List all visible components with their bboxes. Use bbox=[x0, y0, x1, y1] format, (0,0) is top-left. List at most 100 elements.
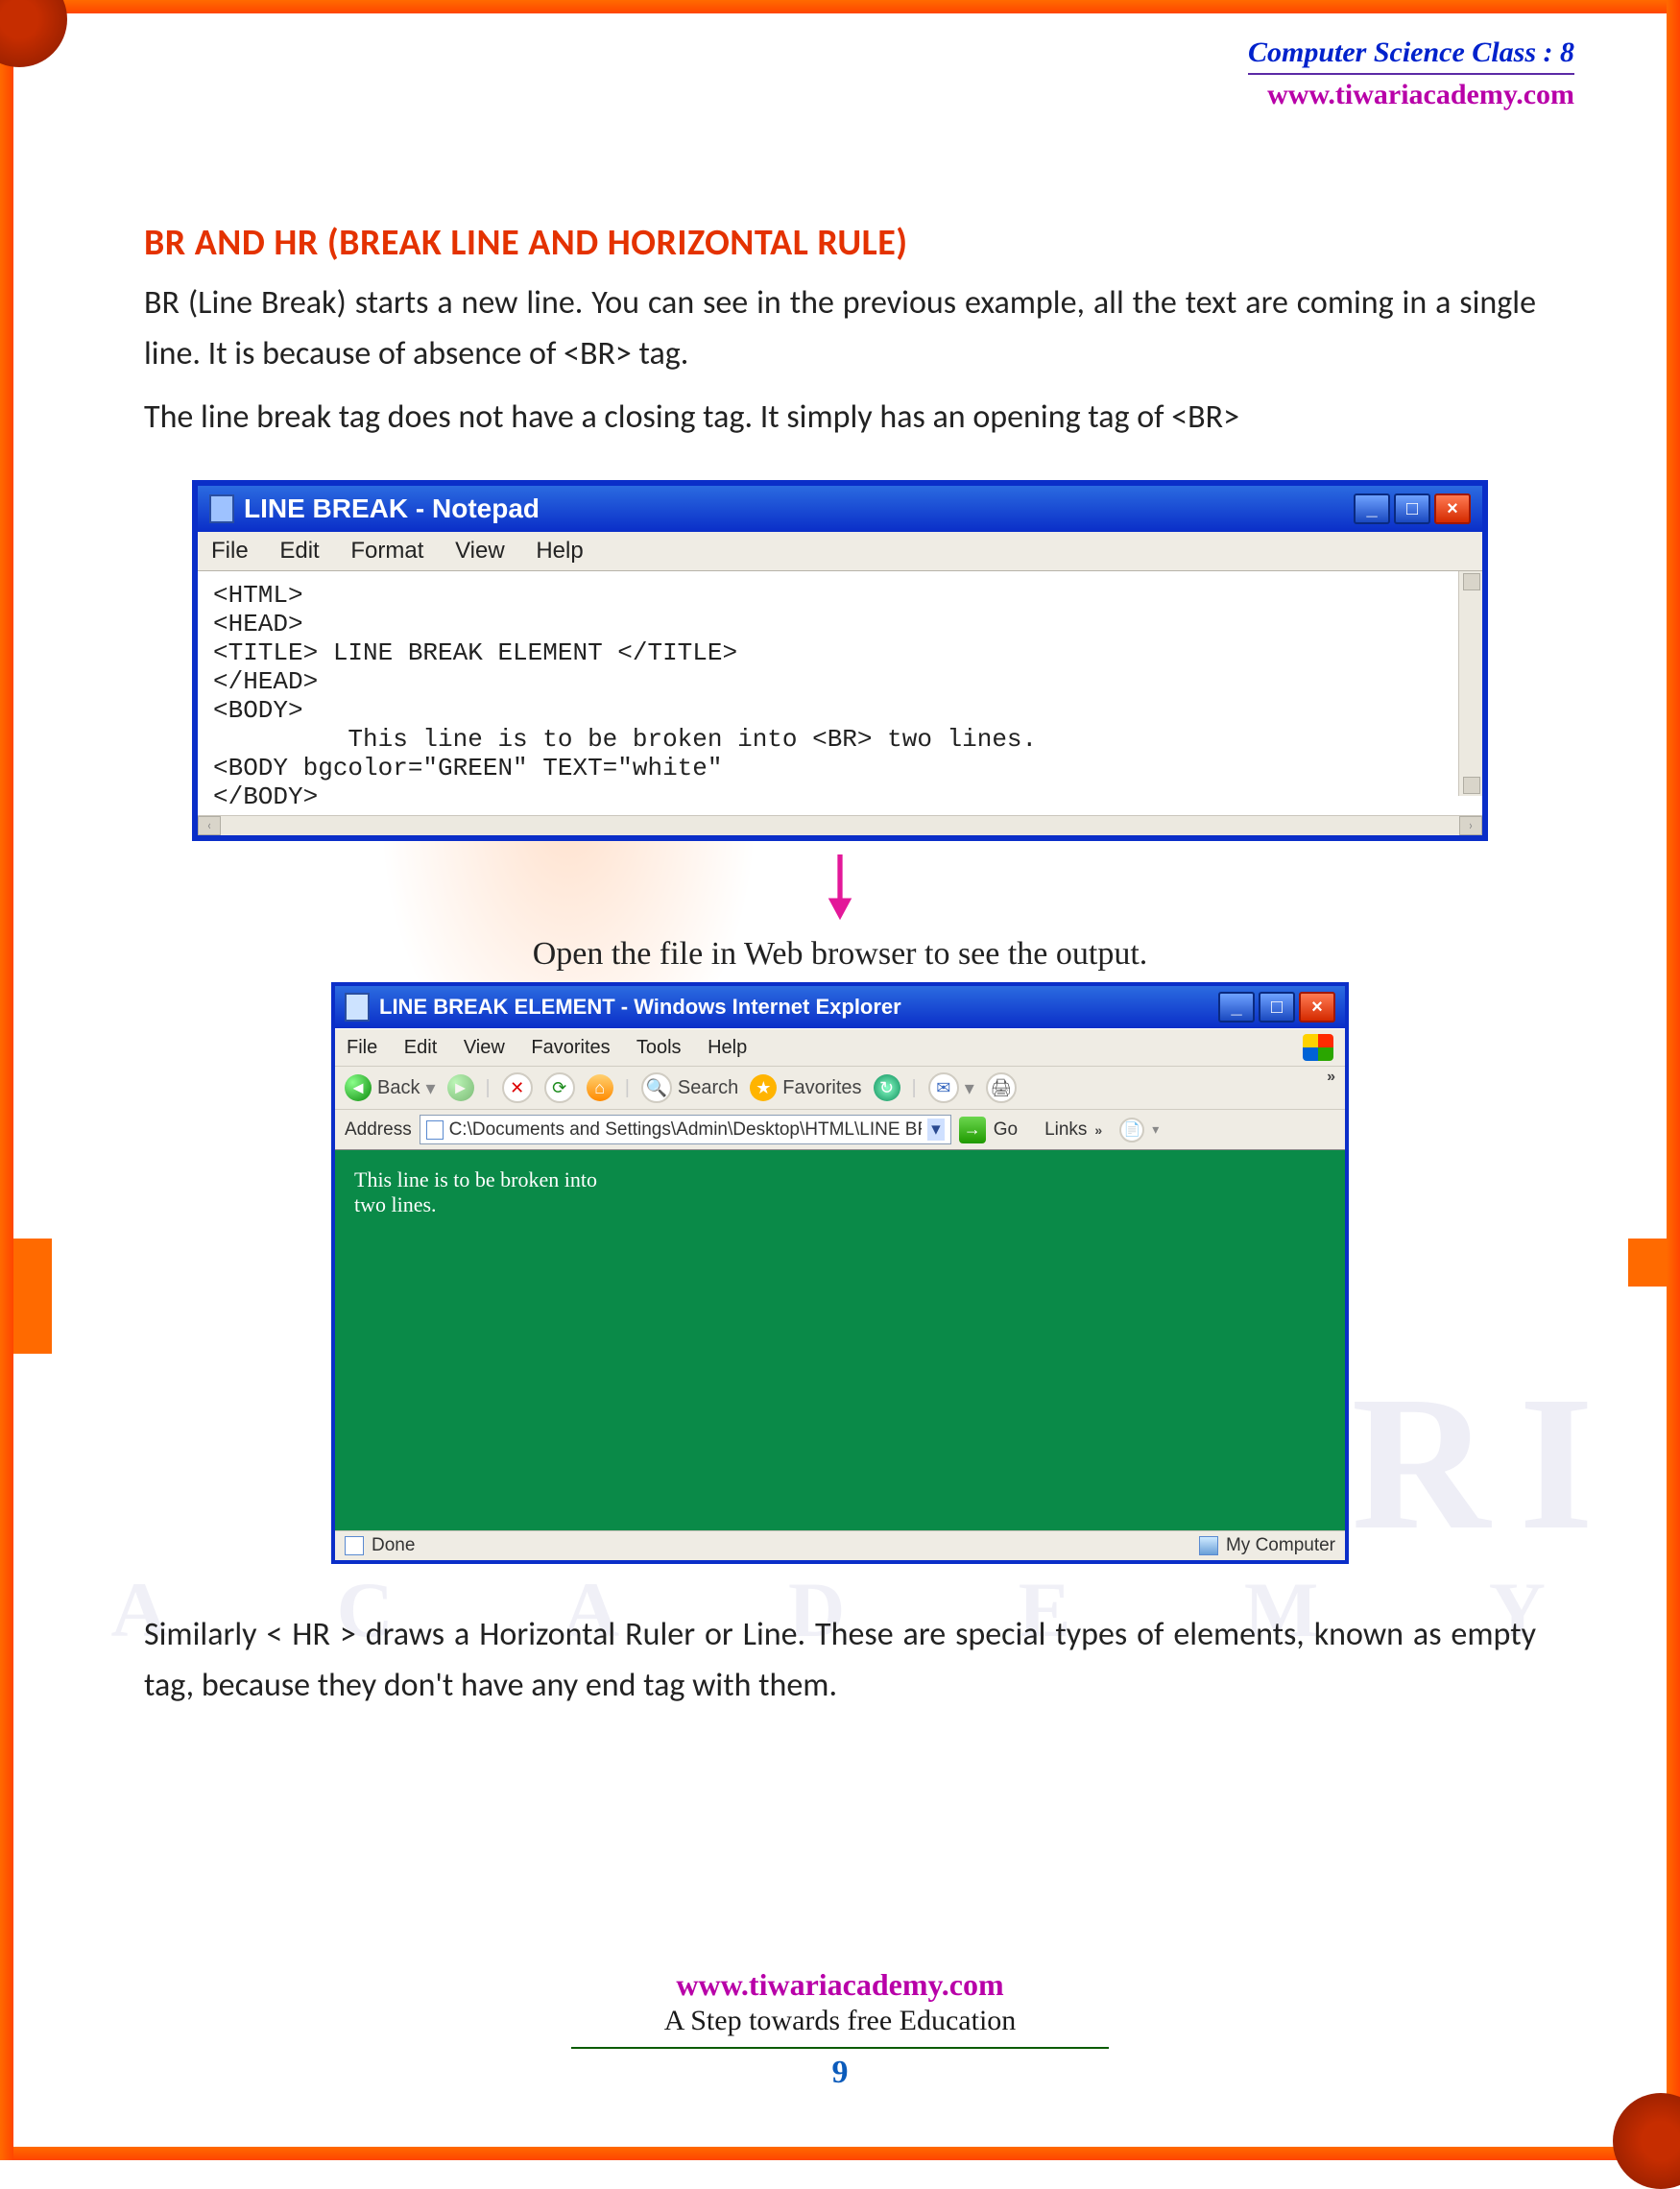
toolbar-overflow-icon[interactable]: » bbox=[1327, 1069, 1335, 1086]
pdf-icon[interactable]: 📄 bbox=[1119, 1118, 1144, 1143]
side-accent-left bbox=[13, 1239, 52, 1354]
caption-text: Open the file in Web browser to see the … bbox=[144, 936, 1536, 973]
scrollbar-vertical[interactable] bbox=[1458, 571, 1482, 796]
ie-menubar: File Edit View Favorites Tools Help bbox=[335, 1028, 1345, 1066]
home-button[interactable]: ⌂ bbox=[587, 1074, 613, 1101]
notepad-screenshot: LINE BREAK - Notepad _ □ × File Edit For… bbox=[192, 480, 1488, 841]
code-line-3: </HEAD> bbox=[213, 667, 318, 696]
mail-button[interactable]: ✉▾ bbox=[928, 1072, 974, 1103]
go-label: Go bbox=[994, 1119, 1018, 1141]
favorites-button[interactable]: ★Favorites bbox=[750, 1074, 861, 1101]
maximize-button[interactable]: □ bbox=[1394, 493, 1430, 524]
back-button[interactable]: ◄Back▾ bbox=[345, 1074, 436, 1101]
windows-logo-icon bbox=[1303, 1034, 1333, 1061]
ie-viewport: This line is to be broken into two lines… bbox=[335, 1149, 1345, 1530]
ie-menu-tools[interactable]: Tools bbox=[636, 1037, 682, 1058]
page-footer: www.tiwariacademy.com A Step towards fre… bbox=[0, 1967, 1680, 2091]
ie-minimize-button[interactable]: _ bbox=[1218, 992, 1255, 1022]
ie-close-button[interactable]: × bbox=[1299, 992, 1335, 1022]
address-value: C:\Documents and Settings\Admin\Desktop\… bbox=[449, 1119, 923, 1141]
section-heading: BR AND HR (BREAK LINE AND HORIZONTAL RUL… bbox=[144, 221, 1536, 265]
page-border-bottom bbox=[0, 2147, 1680, 2160]
notepad-menubar: File Edit Format View Help bbox=[198, 532, 1482, 570]
code-line-0: <HTML> bbox=[213, 581, 303, 610]
page-header: Computer Science Class : 8 www.tiwariaca… bbox=[1248, 36, 1574, 111]
document-page: IWARI A C A D E M Y Computer Science Cla… bbox=[0, 0, 1680, 2160]
notepad-title-text: LINE BREAK - Notepad bbox=[244, 493, 540, 524]
zone-text: My Computer bbox=[1226, 1535, 1335, 1556]
status-page-icon bbox=[345, 1536, 364, 1555]
ie-window: LINE BREAK ELEMENT - Windows Internet Ex… bbox=[331, 982, 1349, 1564]
code-line-2: <TITLE> LINE BREAK ELEMENT </TITLE> bbox=[213, 638, 737, 667]
search-button[interactable]: 🔍Search bbox=[641, 1072, 738, 1103]
page-icon bbox=[426, 1120, 444, 1140]
menu-format[interactable]: Format bbox=[350, 538, 423, 564]
zone-icon bbox=[1199, 1536, 1218, 1555]
menu-edit[interactable]: Edit bbox=[279, 538, 319, 564]
menu-help[interactable]: Help bbox=[536, 538, 583, 564]
page-number: 9 bbox=[0, 2055, 1680, 2091]
footer-divider bbox=[571, 2047, 1109, 2049]
ie-statusbar: Done My Computer bbox=[335, 1530, 1345, 1560]
page-border-right bbox=[1667, 0, 1680, 2160]
code-line-4: <BODY> bbox=[213, 696, 303, 725]
code-line-1: <HEAD> bbox=[213, 610, 303, 638]
code-line-7: </BODY> bbox=[213, 782, 318, 811]
address-label: Address bbox=[345, 1119, 412, 1141]
address-input[interactable]: C:\Documents and Settings\Admin\Desktop\… bbox=[420, 1115, 951, 1144]
minimize-button[interactable]: _ bbox=[1354, 493, 1390, 524]
ie-menu-help[interactable]: Help bbox=[708, 1037, 747, 1058]
window-controls: _ □ × bbox=[1354, 493, 1471, 524]
page-border-top bbox=[0, 0, 1680, 13]
search-label: Search bbox=[678, 1077, 738, 1099]
ie-app-icon bbox=[345, 993, 370, 1022]
ie-window-controls: _ □ × bbox=[1218, 992, 1335, 1022]
notepad-textarea[interactable]: <HTML> <HEAD> <TITLE> LINE BREAK ELEMENT… bbox=[198, 570, 1482, 815]
page-border-left bbox=[0, 0, 13, 2160]
notepad-icon bbox=[209, 494, 234, 523]
stop-button[interactable]: ✕ bbox=[502, 1072, 533, 1103]
closing-paragraph: Similarly < HR > draws a Horizontal Rule… bbox=[144, 1610, 1536, 1711]
address-dropdown-icon[interactable]: ▾ bbox=[927, 1119, 945, 1141]
notepad-window: LINE BREAK - Notepad _ □ × File Edit For… bbox=[192, 480, 1488, 841]
ie-title-text: LINE BREAK ELEMENT - Windows Internet Ex… bbox=[379, 995, 901, 1020]
output-line-1: This line is to be broken into bbox=[354, 1167, 1326, 1192]
ie-screenshot: LINE BREAK ELEMENT - Windows Internet Ex… bbox=[331, 982, 1349, 1564]
header-class-line: Computer Science Class : 8 bbox=[1248, 36, 1574, 69]
ie-maximize-button[interactable]: □ bbox=[1259, 992, 1295, 1022]
output-line-2: two lines. bbox=[354, 1192, 1326, 1217]
go-button[interactable]: → bbox=[959, 1117, 986, 1143]
back-label: Back bbox=[377, 1077, 420, 1099]
links-label[interactable]: Links bbox=[1044, 1119, 1087, 1141]
corner-ornament-tl bbox=[0, 0, 67, 67]
links-overflow-icon[interactable]: » bbox=[1094, 1122, 1102, 1138]
arrow-down-icon bbox=[144, 854, 1536, 926]
scrollbar-horizontal[interactable]: ‹› bbox=[198, 815, 1482, 835]
ie-menu-file[interactable]: File bbox=[347, 1037, 377, 1058]
code-line-5: This line is to be broken into <BR> two … bbox=[213, 725, 1037, 754]
menu-view[interactable]: View bbox=[455, 538, 505, 564]
favorites-label: Favorites bbox=[782, 1077, 861, 1099]
footer-url: www.tiwariacademy.com bbox=[0, 1967, 1680, 2003]
paragraph-2: The line break tag does not have a closi… bbox=[144, 393, 1536, 444]
code-line-6: <BODY bgcolor="GREEN" TEXT="white" bbox=[213, 754, 723, 782]
status-text: Done bbox=[372, 1535, 415, 1556]
header-url-line: www.tiwariacademy.com bbox=[1248, 73, 1574, 111]
ie-menu-favorites[interactable]: Favorites bbox=[531, 1037, 610, 1058]
footer-tagline: A Step towards free Education bbox=[0, 2005, 1680, 2037]
main-content: BR AND HR (BREAK LINE AND HORIZONTAL RUL… bbox=[144, 221, 1536, 1711]
refresh-button[interactable]: ⟳ bbox=[544, 1072, 575, 1103]
notepad-titlebar: LINE BREAK - Notepad _ □ × bbox=[198, 486, 1482, 532]
close-button[interactable]: × bbox=[1434, 493, 1471, 524]
forward-button[interactable]: ► bbox=[447, 1074, 474, 1101]
print-button[interactable]: 🖨 bbox=[986, 1072, 1017, 1103]
menu-file[interactable]: File bbox=[211, 538, 249, 564]
ie-toolbar: ◄Back▾ ► | ✕ ⟳ ⌂ | 🔍Search ★Favorites ↻ … bbox=[335, 1066, 1345, 1109]
ie-menu-edit[interactable]: Edit bbox=[404, 1037, 437, 1058]
paragraph-1: BR (Line Break) starts a new line. You c… bbox=[144, 278, 1536, 379]
corner-ornament-br bbox=[1613, 2093, 1680, 2189]
ie-address-bar: Address C:\Documents and Settings\Admin\… bbox=[335, 1109, 1345, 1149]
history-button[interactable]: ↻ bbox=[874, 1074, 900, 1101]
ie-menu-view[interactable]: View bbox=[464, 1037, 505, 1058]
side-accent-right bbox=[1628, 1239, 1667, 1287]
